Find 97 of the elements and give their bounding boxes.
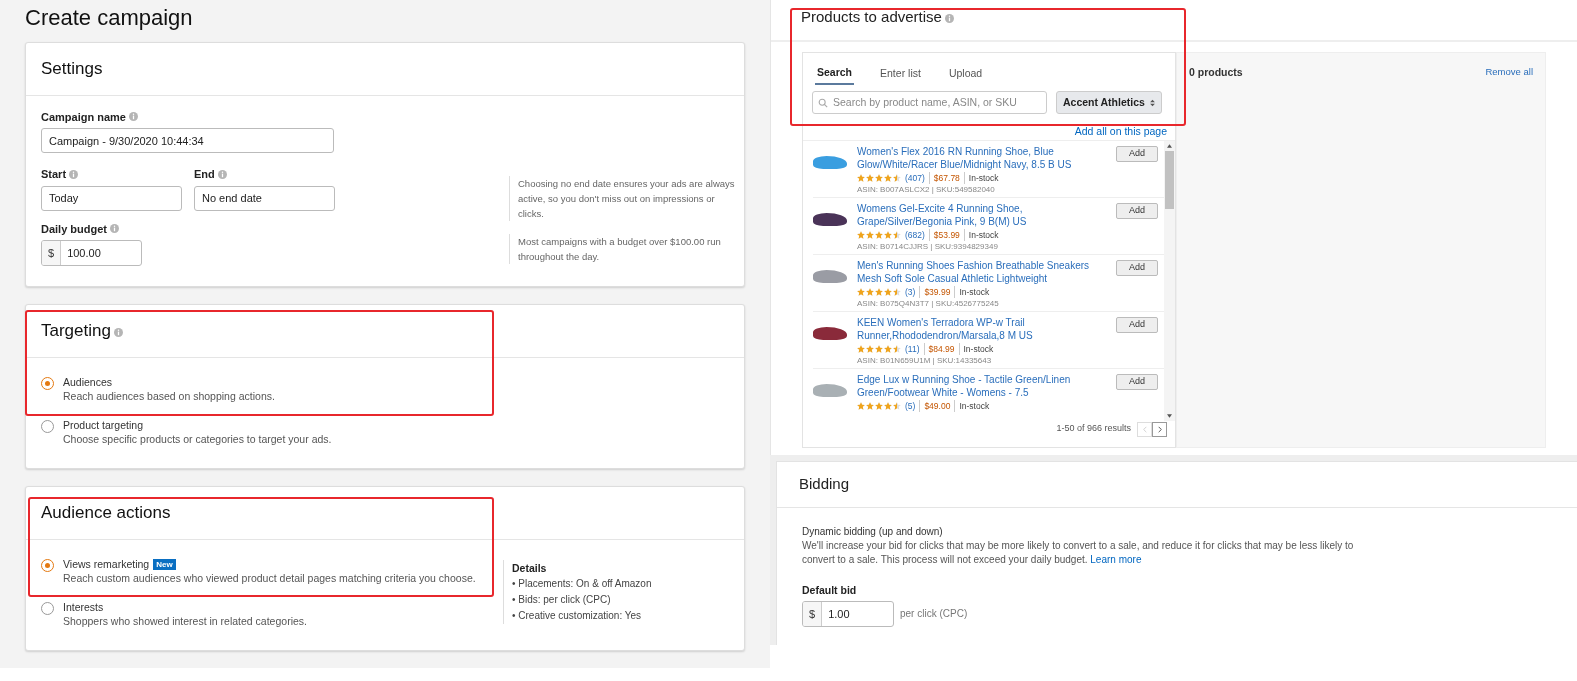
option-description: Reach audiences based on shopping actions. xyxy=(63,389,275,404)
scrollbar-thumb[interactable] xyxy=(1165,151,1174,209)
add-button[interactable]: Add xyxy=(1116,260,1158,276)
stock-status: In-stock xyxy=(968,229,999,241)
radio-button[interactable] xyxy=(41,377,54,391)
radio-button[interactable] xyxy=(41,601,54,615)
section-title: Bidding xyxy=(799,474,850,495)
product-title-link[interactable]: Edge Lux w Running Shoe - Tactile Green/Linen Green/Footwear White - Womens - 7.5 xyxy=(857,374,1106,399)
page-title: Create campaign xyxy=(25,4,194,32)
brand-dropdown[interactable]: Accent Athletics xyxy=(1056,91,1162,114)
hint-text: Most campaigns with a budget over $100.00 run throughout the day. xyxy=(509,233,739,264)
field-label: End xyxy=(194,167,215,183)
product-ids: ASIN: B007ASLCX2 | SKU:549582040 xyxy=(857,184,996,195)
learn-more-link[interactable]: Learn more xyxy=(1090,554,1142,565)
option-description: Shoppers who showed interest in related categories. xyxy=(63,613,307,628)
stock-status: In-stock xyxy=(959,286,990,298)
info-icon[interactable] xyxy=(69,169,79,179)
chevron-left-icon xyxy=(1142,425,1147,433)
product-title-link[interactable]: Men's Running Shoes Fashion Breathable Sneakers Mesh Soft Sole Casual Athletic Lightweight xyxy=(857,260,1106,285)
bidding-description: We'll increase your bid for clicks that may be more likely to convert to a sale, and reduce it for clicks that may be less likely to convert to a sale. This process will not exceed your daily budget. Learn more xyxy=(802,539,1355,567)
details-item: • Placements: On & off Amazon xyxy=(512,576,652,591)
product-count: 0 products xyxy=(1189,65,1243,79)
currency-label: $ xyxy=(42,241,62,266)
product-ids: ASIN: B01N659U1M | SKU:14335643 xyxy=(857,355,993,366)
scroll-down-arrow-icon[interactable] xyxy=(1167,414,1172,418)
tab[interactable]: Search xyxy=(815,63,855,85)
field-label: Start xyxy=(41,167,67,183)
section-title: Products to advertise xyxy=(801,6,942,27)
add-all-link[interactable]: Add all on this page xyxy=(1074,124,1167,140)
field-label: Default bid xyxy=(802,583,858,598)
option-description: Reach custom audiences who viewed product detail pages matching criteria you choose. xyxy=(63,570,476,585)
review-count: (3) xyxy=(905,286,921,298)
option-label: Interests xyxy=(63,600,104,614)
review-count: (5) xyxy=(905,400,921,412)
tab[interactable]: Upload xyxy=(946,63,985,85)
price: $84.99 xyxy=(928,343,960,355)
review-count: (682) xyxy=(905,229,930,241)
input-field[interactable]: 100.00 xyxy=(61,241,141,266)
search-icon xyxy=(818,97,828,108)
price: $53.99 xyxy=(933,229,965,241)
results-count: 1-50 of 966 results xyxy=(1056,422,1131,436)
next-page-button[interactable] xyxy=(1152,421,1167,437)
info-icon[interactable] xyxy=(944,13,954,23)
hint-text: Choosing no end date ensures your ads are always active, so you don't miss out on impressions or clicks. xyxy=(509,175,739,221)
radio-button[interactable] xyxy=(41,558,54,572)
option-description: Choose specific products or categories to target your ads. xyxy=(63,432,332,447)
info-icon[interactable] xyxy=(113,328,123,338)
section-title: Targeting xyxy=(41,320,111,343)
stock-status: In-stock xyxy=(963,343,994,355)
chevron-right-icon xyxy=(1157,425,1162,433)
strategy-label: Dynamic bidding (up and down) xyxy=(802,525,944,539)
info-icon[interactable] xyxy=(217,169,227,179)
scrollbar[interactable] xyxy=(1164,141,1175,421)
add-button[interactable]: Add xyxy=(1116,374,1158,390)
tab[interactable]: Enter list xyxy=(878,63,923,85)
info-icon[interactable] xyxy=(110,224,119,234)
price: $49.00 xyxy=(924,400,956,412)
details-title: Details xyxy=(512,560,548,576)
new-badge: New xyxy=(153,558,176,570)
section-title: Settings xyxy=(41,57,103,80)
details-item: • Creative customization: Yes xyxy=(512,608,643,623)
previous-page-button[interactable] xyxy=(1137,421,1152,437)
product-ids: ASIN: B075Q4N3T7 | SKU:4526775245 xyxy=(857,298,1000,309)
field-label: Daily budget xyxy=(41,221,107,237)
price: $39.99 xyxy=(924,286,956,298)
product-ids: ASIN: B0714CJJRS | SKU:9394829349 xyxy=(857,241,999,252)
review-count: (407) xyxy=(905,172,930,184)
option-label: Audiences xyxy=(63,376,113,390)
sort-caret-icon xyxy=(1149,98,1155,107)
input-field[interactable]: Campaign - 9/30/2020 10:44:34 xyxy=(41,128,334,154)
currency-label: $ xyxy=(803,601,823,626)
add-button[interactable]: Add xyxy=(1116,146,1158,162)
stock-status: In-stock xyxy=(959,400,990,412)
currency-input-field[interactable]: $ 100.00 xyxy=(41,240,142,267)
input-field[interactable]: No end date xyxy=(194,185,335,211)
input-field[interactable]: Today xyxy=(41,185,182,211)
option-label: Product targeting xyxy=(63,419,143,433)
option-label: Views remarketing xyxy=(63,557,150,571)
product-title-link[interactable]: Womens Gel-Excite 4 Running Shoe, Grape/Silver/Begonia Pink, 9 B(M) US xyxy=(857,203,1106,228)
stock-status: In-stock xyxy=(968,172,999,184)
info-icon[interactable] xyxy=(128,112,138,122)
price: $67.78 xyxy=(933,172,965,184)
review-count: (11) xyxy=(905,343,925,355)
product-title-link[interactable]: Women's Flex 2016 RN Running Shoe, Blue Glow/White/Racer Blue/Midnight Navy, 8.5 B US xyxy=(857,146,1106,171)
section-title: Audience actions xyxy=(41,501,171,524)
product-title-link[interactable]: KEEN Women's Terradora WP-w Trail Runner,Rhododendron/Marsala,8 M US xyxy=(857,317,1106,342)
add-button[interactable]: Add xyxy=(1116,317,1158,333)
add-button[interactable]: Add xyxy=(1116,203,1158,219)
scroll-up-arrow-icon[interactable] xyxy=(1167,144,1172,148)
field-label: Campaign name xyxy=(41,109,126,125)
currency-input-field[interactable]: $ 1.00 xyxy=(802,600,894,627)
unit-label: per click (CPC) xyxy=(900,607,968,622)
search-field[interactable]: Search by product name, ASIN, or SKU xyxy=(812,91,1047,114)
input-field[interactable]: 1.00 xyxy=(822,601,893,626)
remove-all-link[interactable]: Remove all xyxy=(1485,65,1533,79)
details-item: • Bids: per click (CPC) xyxy=(512,592,612,607)
radio-button[interactable] xyxy=(41,420,54,434)
